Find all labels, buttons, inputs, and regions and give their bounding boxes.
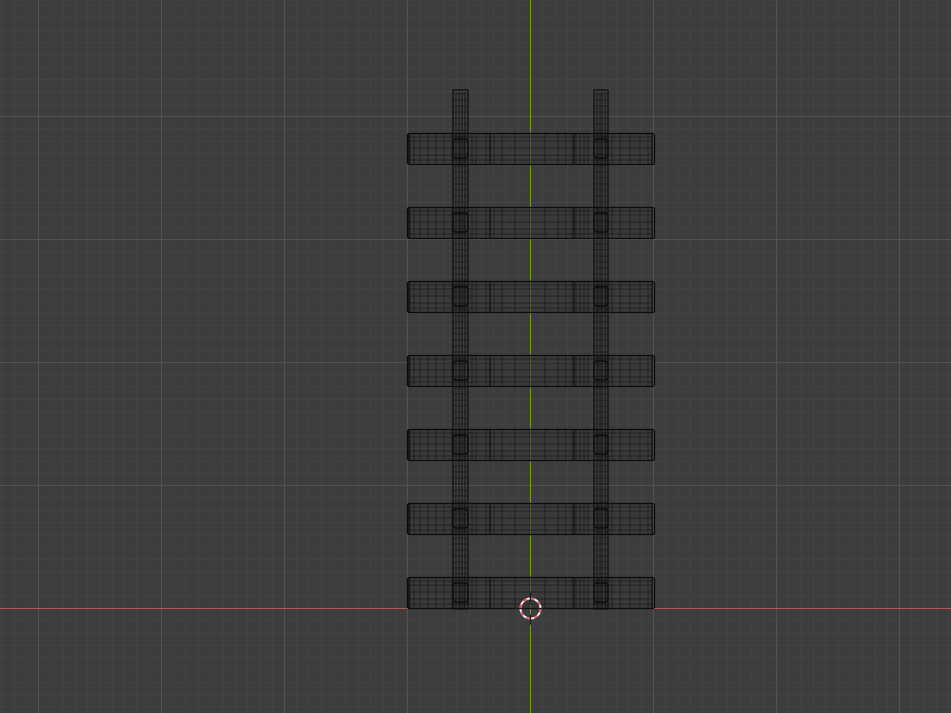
3d-viewport[interactable] bbox=[0, 0, 951, 713]
ladder-rung[interactable] bbox=[406, 354, 656, 388]
ladder-rung[interactable] bbox=[406, 206, 656, 240]
ladder-rung[interactable] bbox=[406, 132, 656, 166]
ladder-rung[interactable] bbox=[406, 428, 656, 462]
ladder-rung[interactable] bbox=[406, 280, 656, 314]
ladder-rung[interactable] bbox=[406, 502, 656, 536]
